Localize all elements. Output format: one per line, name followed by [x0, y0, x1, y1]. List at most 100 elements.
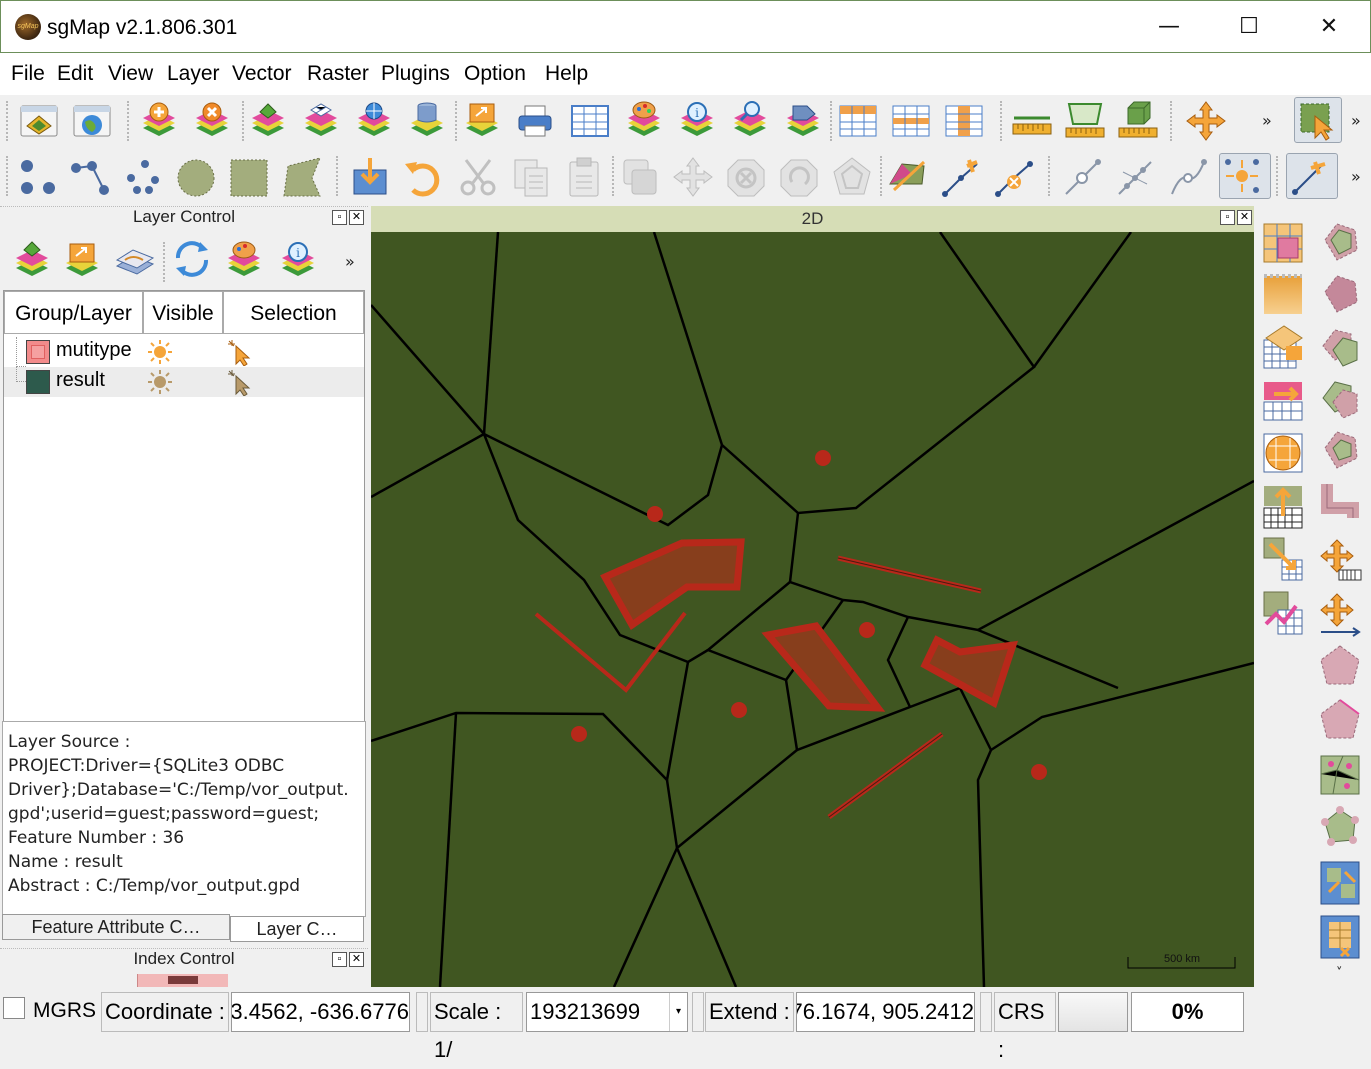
raster-clip-icon[interactable]: [1260, 428, 1306, 478]
export-layer-panel-icon[interactable]: [60, 236, 104, 282]
status-splitter[interactable]: [692, 992, 704, 1032]
selectable-cursor-icon[interactable]: [226, 368, 254, 401]
layer-row-mutitype[interactable]: mutitype: [4, 337, 364, 367]
polygon-feature[interactable]: [600, 538, 745, 631]
point-feature[interactable]: [859, 622, 875, 638]
column-group-layer[interactable]: Group/Layer: [4, 291, 143, 334]
add-polygon-icon[interactable]: [280, 154, 324, 200]
toolbar-more-button[interactable]: »: [1262, 111, 1272, 130]
menu-help[interactable]: Help: [545, 62, 588, 86]
point-ring-icon[interactable]: [1317, 802, 1363, 852]
index-map-preview[interactable]: [137, 974, 228, 987]
layer-query-icon[interactable]: [728, 98, 772, 144]
snap-segment-icon[interactable]: [1113, 154, 1157, 200]
table-join-icon[interactable]: [836, 98, 880, 144]
point-feature[interactable]: [647, 506, 663, 522]
add-vector-layer-icon[interactable]: [246, 98, 290, 144]
close-panel-button[interactable]: ✕: [349, 210, 364, 225]
save-edits-icon[interactable]: [348, 154, 392, 200]
close-map-button[interactable]: ✕: [1237, 210, 1252, 225]
raster-export-icon[interactable]: [1260, 322, 1306, 372]
add-layer-icon[interactable]: [137, 98, 181, 144]
add-raster-layer-icon[interactable]: [299, 98, 343, 144]
intersect-polygon-icon[interactable]: [1317, 322, 1363, 372]
convex-hull-icon[interactable]: [1317, 642, 1363, 692]
tab-feature-attribute[interactable]: Feature Attribute C…: [2, 914, 230, 940]
layer-info-icon[interactable]: i: [675, 98, 719, 144]
raster-gradient-icon[interactable]: [1260, 270, 1306, 320]
new-map-window-icon[interactable]: [17, 98, 61, 144]
attribute-join-icon[interactable]: [1317, 912, 1363, 962]
layer-label-icon[interactable]: [781, 98, 825, 144]
chevron-down-icon[interactable]: ▾: [669, 993, 687, 1031]
union-polygon-icon[interactable]: [1317, 374, 1363, 424]
layer-group-icon[interactable]: [113, 236, 157, 282]
scale-combobox[interactable]: 193213699 ▾: [526, 992, 688, 1032]
pan-icon[interactable]: [1184, 98, 1228, 144]
raster-reclass-icon[interactable]: [1260, 376, 1306, 426]
delete-vertex-icon[interactable]: [992, 154, 1036, 200]
float-panel-button[interactable]: ▫: [332, 952, 347, 967]
add-line-icon[interactable]: [68, 154, 112, 200]
close-button[interactable]: ✕: [1313, 11, 1345, 43]
dissolve-polygon-icon[interactable]: [1317, 270, 1363, 320]
snap-vertex-add-icon[interactable]: [1060, 154, 1104, 200]
undo-icon[interactable]: [401, 154, 445, 200]
buffer-polygon-icon[interactable]: [1317, 218, 1363, 268]
toolbar-more-button-2[interactable]: »: [1351, 111, 1361, 130]
point-feature[interactable]: [731, 702, 747, 718]
column-visible[interactable]: Visible: [143, 291, 223, 334]
extend-field[interactable]: 76.1674, 905.2412: [796, 992, 975, 1032]
menu-edit[interactable]: Edit: [57, 62, 93, 86]
raster-mosaic-icon[interactable]: [1260, 482, 1306, 532]
spatial-join-icon[interactable]: [1317, 858, 1363, 908]
new-globe-window-icon[interactable]: [70, 98, 114, 144]
menu-file[interactable]: File: [11, 62, 45, 86]
add-vertex-icon[interactable]: [939, 154, 983, 200]
status-splitter[interactable]: [416, 992, 428, 1032]
voronoi-icon[interactable]: [1317, 750, 1363, 800]
add-web-layer-icon[interactable]: [352, 98, 396, 144]
edit-mode-icon[interactable]: [1286, 153, 1338, 199]
visible-sun-icon[interactable]: [146, 368, 174, 401]
toolbar-grip[interactable]: [6, 101, 11, 141]
add-circle-icon[interactable]: [174, 154, 218, 200]
float-panel-button[interactable]: ▫: [332, 210, 347, 225]
point-feature[interactable]: [571, 726, 587, 742]
raster-calculator-icon[interactable]: [1260, 218, 1306, 268]
menu-raster[interactable]: Raster: [307, 62, 369, 86]
layer-panel-more-button[interactable]: »: [345, 252, 355, 271]
point-feature[interactable]: [815, 450, 831, 466]
measure-volume-icon[interactable]: [1116, 98, 1160, 144]
snap-mode-icon[interactable]: [1219, 153, 1271, 199]
polygon-feature[interactable]: [920, 635, 1019, 709]
minimize-button[interactable]: —: [1153, 11, 1185, 43]
refresh-icon[interactable]: [170, 236, 214, 282]
menu-option[interactable]: Option: [464, 62, 526, 86]
table-column-icon[interactable]: [942, 98, 986, 144]
status-splitter[interactable]: [980, 992, 992, 1032]
toolbar-grip[interactable]: [6, 156, 11, 196]
add-multipoint-icon[interactable]: [121, 154, 165, 200]
maximize-button[interactable]: ☐: [1233, 11, 1265, 43]
map-view[interactable]: 2D ▫ ✕ 500 km: [371, 206, 1254, 987]
menu-view[interactable]: View: [108, 62, 153, 86]
add-database-layer-icon[interactable]: [405, 98, 449, 144]
right-toolbar-more-button[interactable]: ˅: [1336, 966, 1343, 981]
difference-polygon-icon[interactable]: [1317, 426, 1363, 476]
point-feature[interactable]: [1031, 764, 1047, 780]
layer-row-result[interactable]: result: [4, 367, 364, 397]
line-buffer-icon[interactable]: [1317, 478, 1363, 528]
remove-layer-icon[interactable]: [190, 98, 234, 144]
scale-feature-tool-icon[interactable]: [1317, 590, 1363, 640]
measure-area-icon[interactable]: [1063, 98, 1107, 144]
raster-reproject-icon[interactable]: [1260, 534, 1306, 584]
measure-distance-icon[interactable]: [1010, 98, 1054, 144]
float-map-button[interactable]: ▫: [1220, 210, 1235, 225]
close-panel-button[interactable]: ✕: [349, 952, 364, 967]
bounding-polygon-icon[interactable]: [1317, 696, 1363, 746]
add-layer-group-icon[interactable]: [10, 236, 54, 282]
table-merge-icon[interactable]: [889, 98, 933, 144]
polygon-feature[interactable]: [761, 622, 886, 712]
mgrs-checkbox[interactable]: [3, 997, 25, 1019]
